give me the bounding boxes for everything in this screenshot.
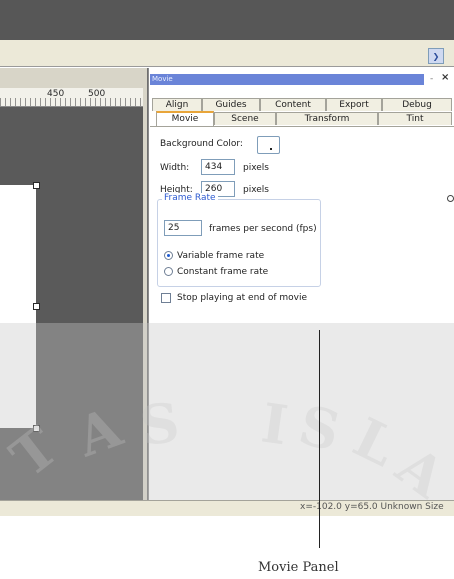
toolbar-strip [0, 40, 454, 66]
watermark-glyph: S [136, 390, 183, 458]
stop-playing-label: Stop playing at end of movie [177, 293, 308, 303]
resize-handle-right[interactable] [33, 303, 40, 310]
constant-rate-label: Constant frame rate [177, 267, 269, 277]
radio-selected-icon [167, 254, 170, 257]
width-unit: pixels [243, 163, 269, 173]
minimize-icon[interactable]: - [430, 74, 433, 84]
frame-rate-legend: Frame Rate [162, 193, 218, 203]
tab-align[interactable]: Align [152, 98, 202, 111]
divider [0, 66, 454, 67]
fps-label: frames per second (fps) [209, 224, 317, 234]
tab-divider [150, 126, 454, 127]
tab-transform[interactable]: Transform [276, 112, 378, 125]
scroll-right-icon[interactable]: ❯ [428, 48, 444, 64]
panel-title: Movie [150, 74, 424, 85]
tab-scene[interactable]: Scene [214, 112, 276, 125]
constant-rate-radio[interactable] [164, 267, 173, 276]
callout-label: Movie Panel [258, 560, 339, 575]
background-color-picker[interactable] [257, 136, 280, 154]
stop-playing-checkbox[interactable] [161, 293, 171, 303]
ruler-label-450: 450 [47, 89, 65, 99]
canvas-bottom-bar [0, 500, 148, 516]
ruler-label-500: 500 [88, 89, 106, 99]
tab-export[interactable]: Export [326, 98, 382, 111]
color-picker-dropdown-icon [270, 148, 272, 150]
status-text: x=-102.0 y=65.0 Unknown Size [300, 502, 444, 512]
width-field[interactable]: 434 [201, 159, 235, 175]
tab-movie[interactable]: Movie [156, 111, 214, 127]
tab-content[interactable]: Content [260, 98, 326, 111]
panel-edge-handle-icon[interactable] [447, 195, 454, 202]
tab-guides[interactable]: Guides [202, 98, 260, 111]
fps-field[interactable]: 25 [164, 220, 202, 236]
height-unit: pixels [243, 185, 269, 195]
background-color-label: Background Color: [160, 139, 243, 149]
resize-handle-top-right[interactable] [33, 182, 40, 189]
width-label: Width: [160, 163, 190, 173]
top-toolbar [0, 0, 454, 40]
close-icon[interactable]: × [441, 72, 449, 83]
tab-debug[interactable]: Debug [382, 98, 452, 111]
callout-line [319, 330, 320, 548]
tab-tint[interactable]: Tint [378, 112, 452, 125]
variable-rate-label: Variable frame rate [177, 251, 265, 261]
ruler-ticks [0, 98, 143, 106]
